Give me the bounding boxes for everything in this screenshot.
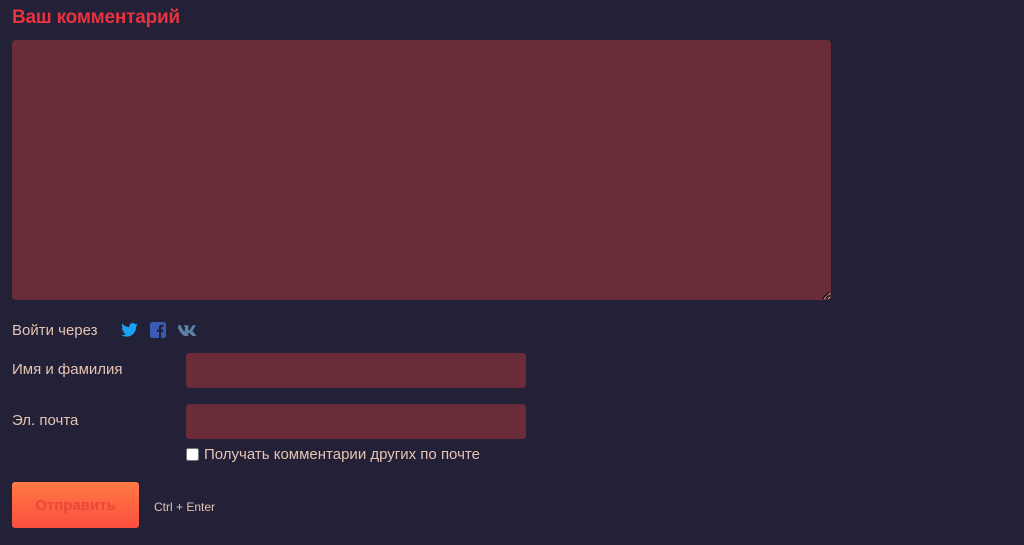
social-login-label: Войти через <box>12 321 98 339</box>
email-input[interactable] <box>186 404 526 439</box>
facebook-icon <box>150 322 166 338</box>
vk-icon <box>178 324 196 336</box>
twitter-icon <box>120 323 138 337</box>
subscribe-label: Получать комментарии других по почте <box>204 446 480 463</box>
comment-textarea[interactable] <box>12 40 831 300</box>
facebook-login-button[interactable] <box>149 321 167 339</box>
name-label: Имя и фамилия <box>12 361 123 378</box>
subscribe-checkbox[interactable] <box>186 448 199 461</box>
submit-button[interactable]: Отправить <box>12 482 139 528</box>
social-login-row: Войти через <box>12 320 207 340</box>
shortcut-hint: Ctrl + Enter <box>154 500 216 514</box>
name-input[interactable] <box>186 353 526 388</box>
email-label: Эл. почта <box>12 412 79 429</box>
twitter-login-button[interactable] <box>120 321 138 339</box>
subscribe-option[interactable]: Получать комментарии других по почте <box>186 446 480 463</box>
comment-form: Ваш комментарий Войти через Имя и фамили… <box>0 0 1024 545</box>
vk-login-button[interactable] <box>178 321 196 339</box>
form-title: Ваш комментарий <box>12 7 181 28</box>
